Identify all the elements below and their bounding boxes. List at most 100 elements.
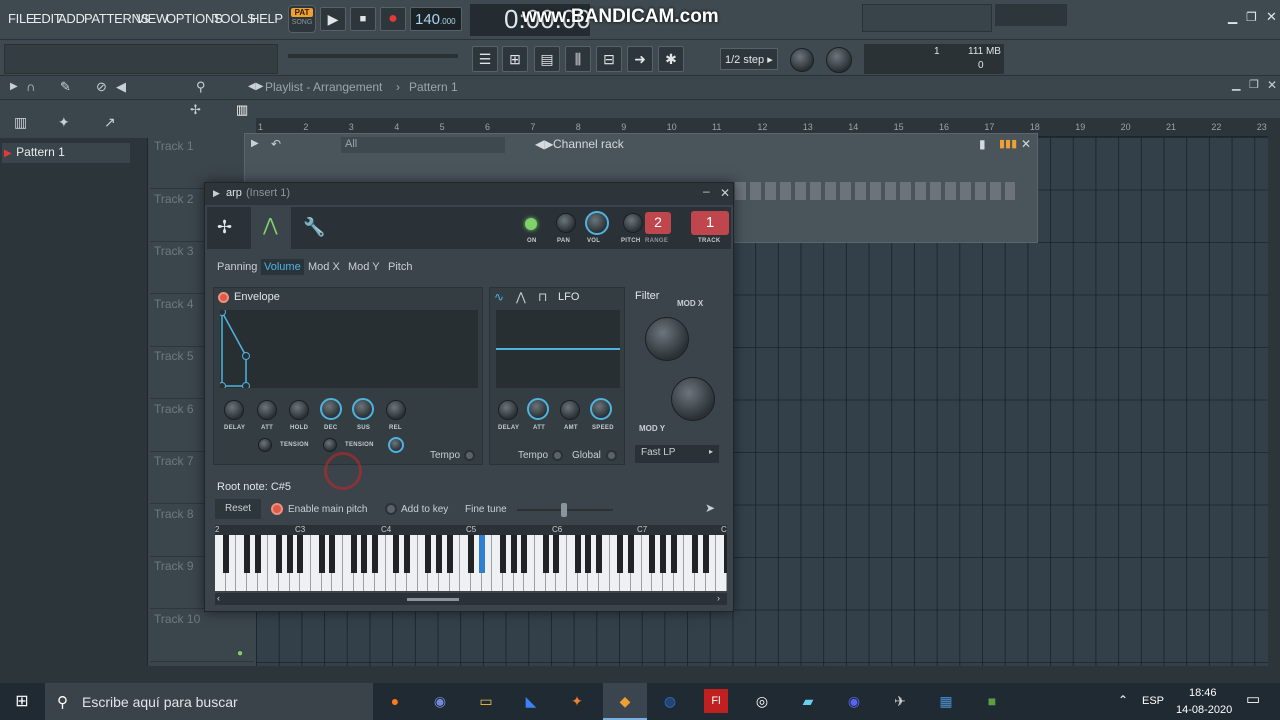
tempo-display[interactable]: 140.000 [410,7,462,31]
root-key-selected[interactable] [478,535,485,573]
audio-icon[interactable]: ✦ [58,114,70,131]
lfo-global-toggle[interactable] [606,450,617,461]
bird-icon[interactable]: ➤ [705,501,715,515]
black-key[interactable] [617,535,624,573]
playlist-close-icon[interactable]: ✕ [1267,78,1277,92]
fl-red-icon[interactable]: Fl [704,689,728,713]
keyboard-scrollbar[interactable]: ‹ › [215,593,727,605]
mod-y-knob[interactable] [671,377,715,421]
pattern-list-item[interactable]: ▶ Pattern 1 [2,143,130,163]
record-button[interactable]: ● [380,7,406,31]
calculator-icon[interactable]: ▦ [934,689,958,713]
menu-file[interactable]: FILE [8,11,35,26]
lfo-graph[interactable] [496,310,620,388]
master-pitch-slider[interactable] [288,54,458,58]
clock-date[interactable]: 14-08-2020 [1176,704,1232,716]
black-key[interactable] [446,535,453,573]
arp-close-icon[interactable]: ✕ [720,186,730,200]
enable-main-pitch-toggle[interactable] [271,503,283,515]
play-button[interactable]: ▶ [320,7,346,31]
app-cyan-icon[interactable]: ▰ [796,689,820,713]
env-tempo-toggle[interactable] [464,450,475,461]
env-delay-knob[interactable] [224,400,244,420]
browser-button[interactable]: ⊟ [596,46,622,72]
notifications-icon[interactable]: ▭ [1246,690,1260,708]
magnet-icon[interactable]: ∩ [26,79,35,94]
env-sus-knob[interactable] [352,398,374,420]
snap-selector[interactable]: 1/2 step ▸ [720,48,778,70]
black-key[interactable] [468,535,474,573]
fine-tune-handle[interactable] [561,503,567,517]
env-dec-knob[interactable] [320,398,342,420]
filter-type-select[interactable]: Fast LP ▸ [635,445,719,463]
lfo-speed-knob[interactable] [590,398,612,420]
discord-icon[interactable]: ◉ [428,689,452,713]
range-value[interactable]: 2 [645,212,671,234]
black-key[interactable] [329,535,336,573]
playlist-menu-arrow-icon[interactable]: ▶ [10,81,18,92]
delete-icon[interactable]: ⊘ [96,79,107,95]
minimize-icon[interactable]: ▁ [1228,10,1237,24]
channel-rack-button[interactable]: ▤ [534,46,560,72]
pan-knob[interactable] [556,213,576,233]
step-sequencer-row[interactable] [735,182,1015,200]
tray-chevron-icon[interactable]: ⌃ [1118,693,1128,707]
black-key[interactable] [350,535,357,573]
close-icon[interactable]: ✕ [1266,9,1277,25]
rack-close-icon[interactable]: ✕ [1021,137,1031,151]
rack-graph-icon[interactable]: ▮ [979,137,986,151]
lfo-square-icon[interactable]: ⊓ [538,290,547,304]
arp-titlebar[interactable]: ▶ arp (Insert 1) – ✕ [205,183,733,205]
piano-icon[interactable]: ▥ [14,114,27,131]
stop-button[interactable]: ■ [350,7,376,31]
black-key[interactable] [393,535,400,573]
scroll-left-icon[interactable]: ‹ [217,593,220,603]
tab-pitch[interactable]: Pitch [388,261,412,273]
root-note-keyboard[interactable] [215,535,727,591]
keyboard-scroll-thumb[interactable] [407,598,459,601]
black-key[interactable] [436,535,442,573]
channel-filter-select[interactable]: All [341,137,505,153]
fl-studio-icon[interactable]: ◆ [613,689,637,713]
black-key[interactable] [404,535,410,573]
automation-icon[interactable]: ↗ [104,114,116,131]
envelope-graph[interactable] [218,308,478,390]
zoom-icon[interactable]: ⚲ [196,79,206,95]
env-att-knob[interactable] [257,400,277,420]
playlist-minimize-icon[interactable]: ▁ [1232,78,1240,91]
pat-song-toggle[interactable]: PAT SONG [288,5,316,33]
playlist-hscroll[interactable] [0,666,1280,683]
black-key[interactable] [702,535,709,573]
playlist-scrollbar[interactable] [1268,118,1280,666]
arp-menu-arrow-icon[interactable]: ▶ [213,188,220,199]
pitch-knob[interactable] [623,213,643,233]
black-key[interactable] [276,535,282,573]
lfo-triangle-icon[interactable]: ⋀ [516,290,526,304]
search-box[interactable]: ⚲ Escribe aquí para buscar [45,683,373,720]
main-volume-knob[interactable] [790,48,814,72]
env-rel-knob[interactable] [386,400,406,420]
main-pitch-knob[interactable] [826,47,852,73]
lfo-delay-knob[interactable] [498,400,518,420]
file-explorer-icon[interactable]: ▭ [474,689,498,713]
vscode-icon[interactable]: ◣ [519,689,543,713]
tab-volume[interactable]: Volume [261,259,304,275]
mixer-button[interactable]: ⫼ [565,46,591,72]
clock-time[interactable]: 18:46 [1189,687,1217,699]
add-to-key-toggle[interactable] [385,503,397,515]
menu-tools[interactable]: TOOLS [213,11,256,26]
arp-minimize-icon[interactable]: – [703,184,710,198]
mute-icon[interactable]: ◀ [116,79,126,95]
black-key[interactable] [297,535,304,573]
black-key[interactable] [692,535,698,573]
black-key[interactable] [670,535,677,573]
scroll-right-icon[interactable]: › [717,593,720,603]
env-hold-knob[interactable] [289,400,309,420]
lfo-amt-knob[interactable] [560,400,580,420]
bandicam-record-icon[interactable]: ◎ [750,689,774,713]
tab-panning[interactable]: Panning [217,261,257,273]
black-key[interactable] [500,535,506,573]
black-key[interactable] [585,535,592,573]
restore-icon[interactable]: ❐ [1246,10,1257,24]
reset-button[interactable]: Reset [215,499,261,519]
